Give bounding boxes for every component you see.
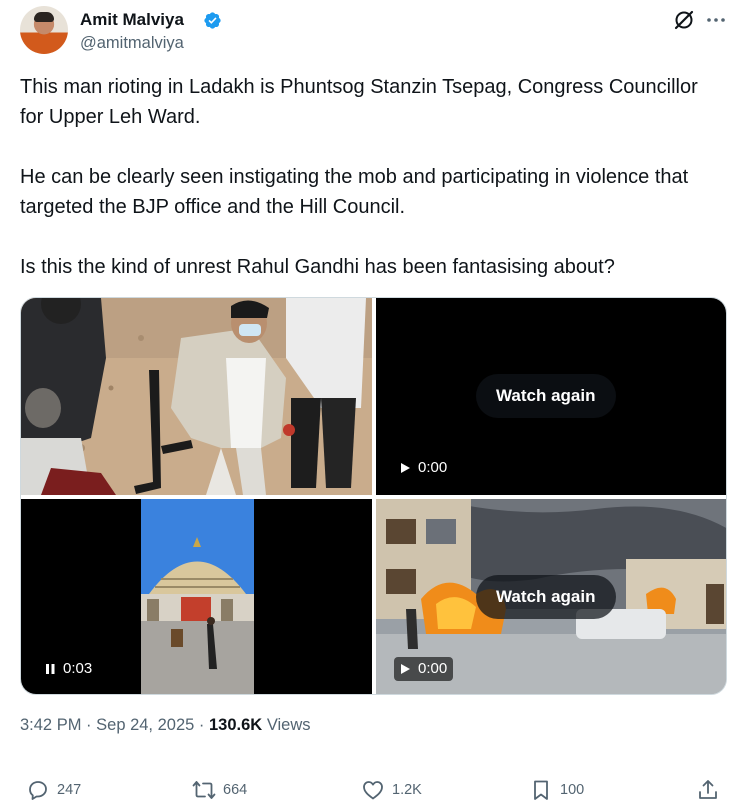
pause-icon[interactable] (43, 662, 57, 676)
repost-count: 664 (223, 782, 248, 798)
post-date[interactable]: Sep 24, 2025 (96, 716, 194, 734)
action-bar: 247 664 1.2K 100 (20, 770, 725, 810)
views-label: Views (266, 716, 311, 734)
video-time-chip: 0:03 (39, 657, 98, 681)
tweet-meta: 3:42 PM · Sep 24, 2025 · 130.6K Views (20, 716, 311, 735)
repost-button[interactable]: 664 (192, 778, 247, 802)
bookmark-icon (534, 780, 548, 800)
share-icon (699, 780, 717, 799)
reply-button[interactable]: 247 (26, 778, 81, 802)
author-handle[interactable]: @amitmalviya (80, 34, 184, 53)
riot-photo-image (21, 298, 372, 495)
post-time[interactable]: 3:42 PM (20, 716, 81, 734)
video-tile-3[interactable]: 0:03 (21, 499, 372, 694)
video-time-chip: 0:00 (394, 657, 454, 681)
play-icon[interactable] (398, 662, 412, 676)
video-tile-4[interactable]: Watch again 0:00 (376, 499, 726, 694)
watch-again-button[interactable]: Watch again (476, 575, 616, 619)
avatar[interactable] (20, 6, 68, 54)
tweet-header: Amit Malviya @amitmalviya (20, 6, 730, 58)
reply-icon (29, 781, 47, 800)
more-options-icon[interactable] (704, 8, 728, 32)
watch-again-button[interactable]: Watch again (476, 374, 616, 418)
heart-icon (363, 781, 383, 800)
like-button[interactable]: 1.2K (361, 778, 422, 802)
video-time: 0:00 (418, 459, 448, 476)
share-button[interactable] (696, 778, 720, 802)
media-grid: Watch again 0:00 0:03 Watch again 0:00 (20, 297, 727, 695)
separator: · (198, 716, 205, 734)
play-icon[interactable] (398, 461, 412, 475)
bookmark-count: 100 (560, 782, 585, 798)
bookmark-button[interactable]: 100 (529, 778, 584, 802)
tweet-text: This man rioting in Ladakh is Phuntsog S… (20, 76, 698, 278)
views-count: 130.6K (209, 716, 263, 734)
grok-icon[interactable] (672, 8, 696, 32)
repost-icon (192, 781, 216, 799)
video-time: 0:00 (418, 660, 448, 677)
video-time-chip: 0:00 (394, 456, 454, 480)
video-tile-2[interactable]: Watch again 0:00 (376, 298, 726, 495)
verified-badge-icon (204, 12, 221, 29)
separator: · (86, 716, 92, 734)
reply-count: 247 (57, 782, 82, 798)
like-count: 1.2K (392, 782, 422, 798)
video-time: 0:03 (63, 660, 93, 677)
media-photo[interactable] (21, 298, 372, 495)
author-name[interactable]: Amit Malviya (80, 10, 184, 30)
monastery-video-frame (141, 499, 254, 694)
